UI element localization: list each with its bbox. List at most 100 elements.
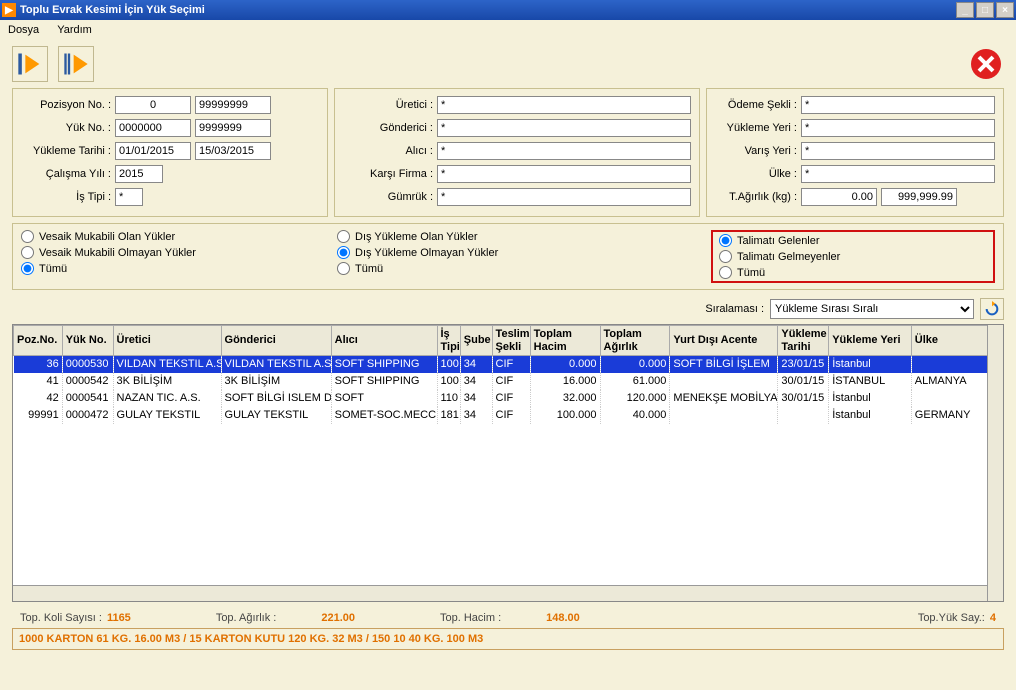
radio-vesaik-olmayan[interactable]: Vesaik Mukabili Olmayan Yükler <box>21 246 337 259</box>
radio-talimat-gelen[interactable]: Talimatı Gelenler <box>719 234 987 247</box>
col-teslim[interactable]: Teslim Şekli <box>492 326 530 356</box>
table-cell[interactable]: 30/01/15 <box>778 373 829 390</box>
col-acente[interactable]: Yurt Dışı Acente <box>670 326 778 356</box>
col-hacim[interactable]: Toplam Hacim <box>530 326 600 356</box>
table-cell[interactable]: 181 <box>437 407 460 424</box>
table-cell[interactable]: 0.000 <box>600 356 670 373</box>
table-cell[interactable]: SOMET-SOC.MECC.T <box>331 407 437 424</box>
table-cell[interactable] <box>911 390 987 407</box>
table-cell[interactable]: 36 <box>14 356 63 373</box>
table-cell[interactable]: 41 <box>14 373 63 390</box>
table-cell[interactable]: İstanbul <box>829 356 912 373</box>
table-cell[interactable]: 110 <box>437 390 460 407</box>
toolbar-btn-1[interactable] <box>12 46 48 82</box>
table-cell[interactable]: 3K BİLİŞİM <box>221 373 331 390</box>
table-cell[interactable]: SOFT <box>331 390 437 407</box>
varis-input[interactable] <box>801 142 995 160</box>
data-grid[interactable]: Poz.No. Yük No. Üretici Gönderici Alıcı … <box>13 325 1003 424</box>
yuk-from-input[interactable] <box>115 119 191 137</box>
table-cell[interactable]: İSTANBUL <box>829 373 912 390</box>
table-cell[interactable]: ALMANYA <box>911 373 987 390</box>
table-cell[interactable]: VILDAN TEKSTIL A.S <box>113 356 221 373</box>
col-ytarihi[interactable]: Yükleme Tarihi <box>778 326 829 356</box>
col-alici[interactable]: Alıcı <box>331 326 437 356</box>
gonderici-input[interactable] <box>437 119 691 137</box>
h-scrollbar[interactable] <box>13 585 987 601</box>
table-cell[interactable]: 0000472 <box>62 407 113 424</box>
refresh-button[interactable] <box>980 298 1004 320</box>
ulke-input[interactable] <box>801 165 995 183</box>
yyeri-input[interactable] <box>801 119 995 137</box>
table-cell[interactable]: NAZAN TIC. A.S. <box>113 390 221 407</box>
radio-vesaik-tumu[interactable]: Tümü <box>21 262 337 275</box>
table-cell[interactable]: CIF <box>492 356 530 373</box>
table-cell[interactable]: 120.000 <box>600 390 670 407</box>
tagirlik-from-input[interactable] <box>801 188 877 206</box>
table-cell[interactable]: GULAY TEKSTIL <box>113 407 221 424</box>
table-cell[interactable]: 42 <box>14 390 63 407</box>
close-button[interactable] <box>968 46 1004 82</box>
toolbar-btn-2[interactable] <box>58 46 94 82</box>
table-cell[interactable]: 34 <box>460 407 492 424</box>
table-cell[interactable]: 34 <box>460 373 492 390</box>
table-cell[interactable] <box>778 407 829 424</box>
maximize-button[interactable]: □ <box>976 2 994 18</box>
table-cell[interactable]: 0000530 <box>62 356 113 373</box>
table-cell[interactable] <box>670 373 778 390</box>
table-cell[interactable]: 99991 <box>14 407 63 424</box>
table-cell[interactable]: SOFT BİLGİ ISLEM DA <box>221 390 331 407</box>
gumruk-input[interactable] <box>437 188 691 206</box>
cyili-input[interactable] <box>115 165 163 183</box>
close-window-button[interactable]: × <box>996 2 1014 18</box>
table-cell[interactable]: 30/01/15 <box>778 390 829 407</box>
col-poz[interactable]: Poz.No. <box>14 326 63 356</box>
odeme-input[interactable] <box>801 96 995 114</box>
table-cell[interactable]: 0.000 <box>530 356 600 373</box>
ytarihi-from-input[interactable] <box>115 142 191 160</box>
table-cell[interactable]: 100 <box>437 356 460 373</box>
pozisyon-to-input[interactable] <box>195 96 271 114</box>
col-yyeri[interactable]: Yükleme Yeri <box>829 326 912 356</box>
table-row[interactable]: 4100005423K BİLİŞİM3K BİLİŞİMSOFT SHIPPI… <box>14 373 1003 390</box>
yuk-to-input[interactable] <box>195 119 271 137</box>
sort-select[interactable]: Yükleme Sırası Sıralı <box>770 299 974 319</box>
col-uretici[interactable]: Üretici <box>113 326 221 356</box>
menu-yardim[interactable]: Yardım <box>57 24 92 36</box>
table-cell[interactable]: MENEKŞE MOBİLYA <box>670 390 778 407</box>
table-cell[interactable]: CIF <box>492 373 530 390</box>
istipi-input[interactable] <box>115 188 143 206</box>
table-cell[interactable]: 34 <box>460 390 492 407</box>
table-cell[interactable] <box>911 356 987 373</box>
table-cell[interactable]: 0000541 <box>62 390 113 407</box>
table-cell[interactable]: İstanbul <box>829 407 912 424</box>
table-row[interactable]: 420000541NAZAN TIC. A.S.SOFT BİLGİ ISLEM… <box>14 390 1003 407</box>
col-gonderici[interactable]: Gönderici <box>221 326 331 356</box>
table-cell[interactable]: SOFT SHIPPING <box>331 373 437 390</box>
minimize-button[interactable]: _ <box>956 2 974 18</box>
radio-talimat-gelmeyen[interactable]: Talimatı Gelmeyenler <box>719 250 987 263</box>
alici-input[interactable] <box>437 142 691 160</box>
table-cell[interactable]: VILDAN TEKSTIL A.S <box>221 356 331 373</box>
table-cell[interactable]: GERMANY <box>911 407 987 424</box>
table-cell[interactable]: 16.000 <box>530 373 600 390</box>
table-cell[interactable]: GULAY TEKSTIL <box>221 407 331 424</box>
v-scrollbar[interactable] <box>987 325 1003 601</box>
radio-vesaik-olan[interactable]: Vesaik Mukabili Olan Yükler <box>21 230 337 243</box>
pozisyon-from-input[interactable] <box>115 96 191 114</box>
table-cell[interactable]: CIF <box>492 407 530 424</box>
col-sube[interactable]: Şube <box>460 326 492 356</box>
table-cell[interactable]: 23/01/15 <box>778 356 829 373</box>
table-cell[interactable]: 100.000 <box>530 407 600 424</box>
col-agirlik[interactable]: Toplam Ağırlık <box>600 326 670 356</box>
table-row[interactable]: 999910000472GULAY TEKSTILGULAY TEKSTILSO… <box>14 407 1003 424</box>
table-cell[interactable]: CIF <box>492 390 530 407</box>
tagirlik-to-input[interactable] <box>881 188 957 206</box>
col-ulke[interactable]: Ülke <box>911 326 987 356</box>
col-istipi[interactable]: İş Tipi <box>437 326 460 356</box>
menu-dosya[interactable]: Dosya <box>8 24 39 36</box>
table-row[interactable]: 360000530VILDAN TEKSTIL A.SVILDAN TEKSTI… <box>14 356 1003 373</box>
table-cell[interactable]: 34 <box>460 356 492 373</box>
table-cell[interactable] <box>670 407 778 424</box>
radio-talimat-tumu[interactable]: Tümü <box>719 266 987 279</box>
ytarihi-to-input[interactable] <box>195 142 271 160</box>
